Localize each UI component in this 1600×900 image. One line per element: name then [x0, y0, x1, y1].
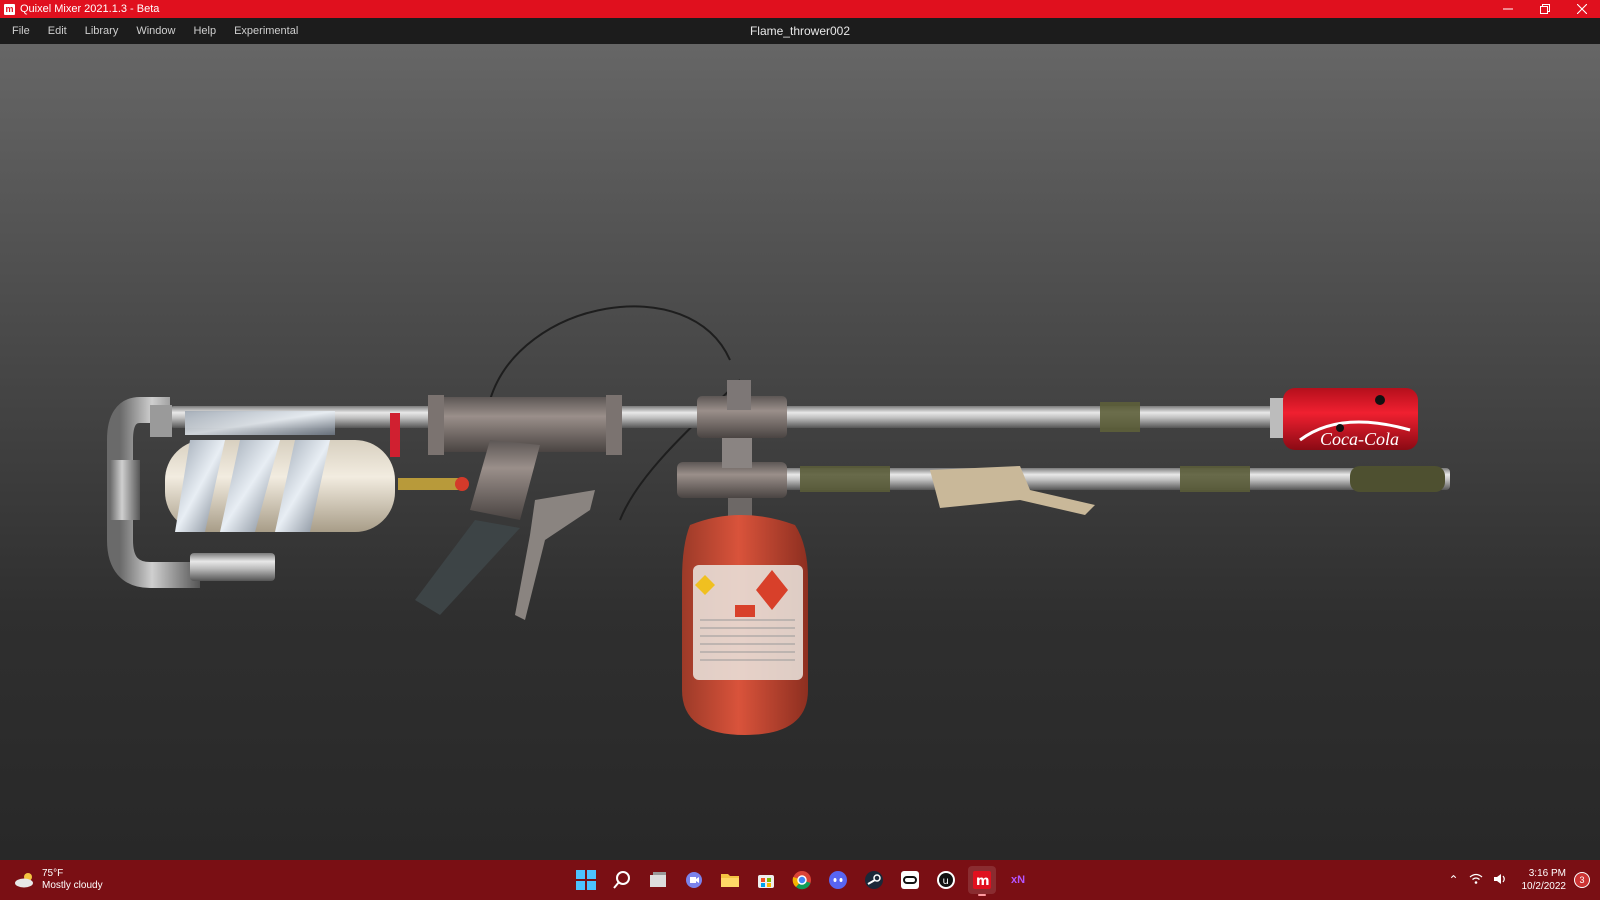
volume-icon[interactable]: [1493, 873, 1507, 888]
store-icon[interactable]: [752, 866, 780, 894]
weather-widget[interactable]: 75°F Mostly cloudy: [14, 866, 103, 894]
task-view-icon[interactable]: [644, 866, 672, 894]
svg-text:m: m: [976, 874, 990, 889]
menu-experimental[interactable]: Experimental: [225, 18, 307, 44]
menu-library[interactable]: Library: [76, 18, 128, 44]
teams-chat-icon[interactable]: [680, 866, 708, 894]
svg-text:Coca-Cola: Coca-Cola: [1320, 429, 1399, 449]
xnormal-label: xN: [1010, 874, 1026, 886]
discord-icon[interactable]: [824, 866, 852, 894]
close-button[interactable]: [1563, 0, 1600, 18]
weather-temperature: 75°F: [42, 868, 64, 879]
wifi-icon[interactable]: [1469, 873, 1483, 888]
menu-bar: File Edit Library Window Help Experiment…: [0, 18, 1600, 44]
chrome-icon[interactable]: [788, 866, 816, 894]
title-bar: m Quixel Mixer 2021.1.3 - Beta: [0, 0, 1600, 18]
system-clock[interactable]: 3:16 PM 10/2/2022: [1522, 867, 1567, 893]
menu-help[interactable]: Help: [184, 18, 225, 44]
quixel-mixer-logo-icon: m: [4, 3, 15, 15]
weather-description: Mostly cloudy: [42, 880, 103, 891]
oculus-icon[interactable]: [896, 866, 924, 894]
notification-badge[interactable]: 3: [1574, 872, 1590, 888]
taskbar: 75°F Mostly cloudy u m xN ⌃ 3:16 PM 10/2…: [0, 860, 1600, 900]
menu-window[interactable]: Window: [127, 18, 184, 44]
xnormal-icon[interactable]: xN: [1004, 866, 1032, 894]
menu-file[interactable]: File: [0, 18, 39, 44]
system-tray: ⌃ 3:16 PM 10/2/2022 3: [1443, 860, 1600, 900]
app-title: Quixel Mixer 2021.1.3 - Beta: [20, 3, 160, 15]
windows-start-icon[interactable]: [572, 866, 600, 894]
quixel-mixer-icon[interactable]: m: [968, 866, 996, 896]
minimize-icon: [1502, 8, 1513, 10]
unreal-engine-icon[interactable]: u: [932, 866, 960, 894]
file-explorer-icon[interactable]: [716, 866, 744, 894]
chevron-up-icon[interactable]: ⌃: [1448, 873, 1458, 887]
steam-icon[interactable]: [860, 866, 888, 894]
3d-viewport[interactable]: Coca-Cola: [0, 44, 1600, 860]
flamethrower-model: Coca-Cola: [107, 305, 1450, 735]
restore-icon: [1539, 4, 1550, 14]
minimize-button[interactable]: [1489, 0, 1526, 18]
restore-button[interactable]: [1526, 0, 1563, 18]
search-icon[interactable]: [608, 866, 636, 894]
close-icon: [1576, 4, 1587, 14]
cloudy-weather-icon: [14, 872, 36, 888]
clock-time: 3:16 PM: [1528, 868, 1566, 879]
menu-edit[interactable]: Edit: [39, 18, 76, 44]
clock-date: 10/2/2022: [1521, 881, 1567, 892]
svg-text:u: u: [943, 876, 949, 887]
